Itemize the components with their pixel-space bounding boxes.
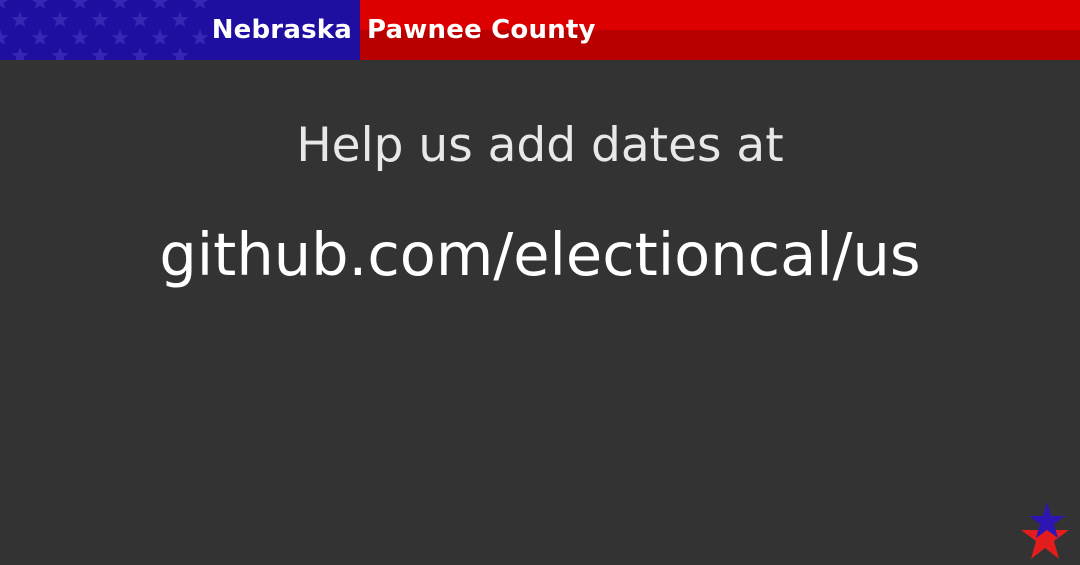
pattern-star — [11, 47, 29, 60]
pattern-star — [31, 29, 49, 46]
state-section: Nebraska — [0, 0, 360, 60]
county-section: Pawnee County — [360, 0, 1080, 60]
pattern-star — [91, 11, 109, 28]
pattern-star — [112, 0, 128, 10]
pattern-star — [131, 11, 149, 28]
help-message: Help us add dates at — [296, 118, 784, 173]
pattern-star — [71, 29, 89, 46]
pattern-star — [11, 11, 29, 28]
repository-url: github.com/electioncal/us — [159, 220, 921, 289]
county-name: Pawnee County — [367, 15, 596, 45]
pattern-star — [72, 0, 88, 10]
pattern-star — [91, 47, 109, 60]
header-banner: Nebraska Pawnee County — [0, 0, 1080, 60]
pattern-star — [171, 11, 189, 28]
pattern-star — [191, 29, 209, 46]
pattern-star — [152, 0, 168, 10]
pattern-star — [32, 0, 48, 10]
star-logo-icon — [1021, 502, 1069, 559]
pattern-star — [0, 29, 9, 46]
pattern-star — [111, 29, 129, 46]
pattern-star — [51, 11, 69, 28]
pattern-star — [171, 47, 189, 60]
pattern-star — [131, 47, 149, 60]
state-name: Nebraska — [211, 15, 352, 45]
pattern-star — [51, 47, 69, 60]
pattern-star — [0, 0, 8, 10]
pattern-star — [192, 0, 208, 10]
page: Nebraska Pawnee County Help us add dates… — [0, 0, 1080, 565]
pattern-star — [151, 29, 169, 46]
